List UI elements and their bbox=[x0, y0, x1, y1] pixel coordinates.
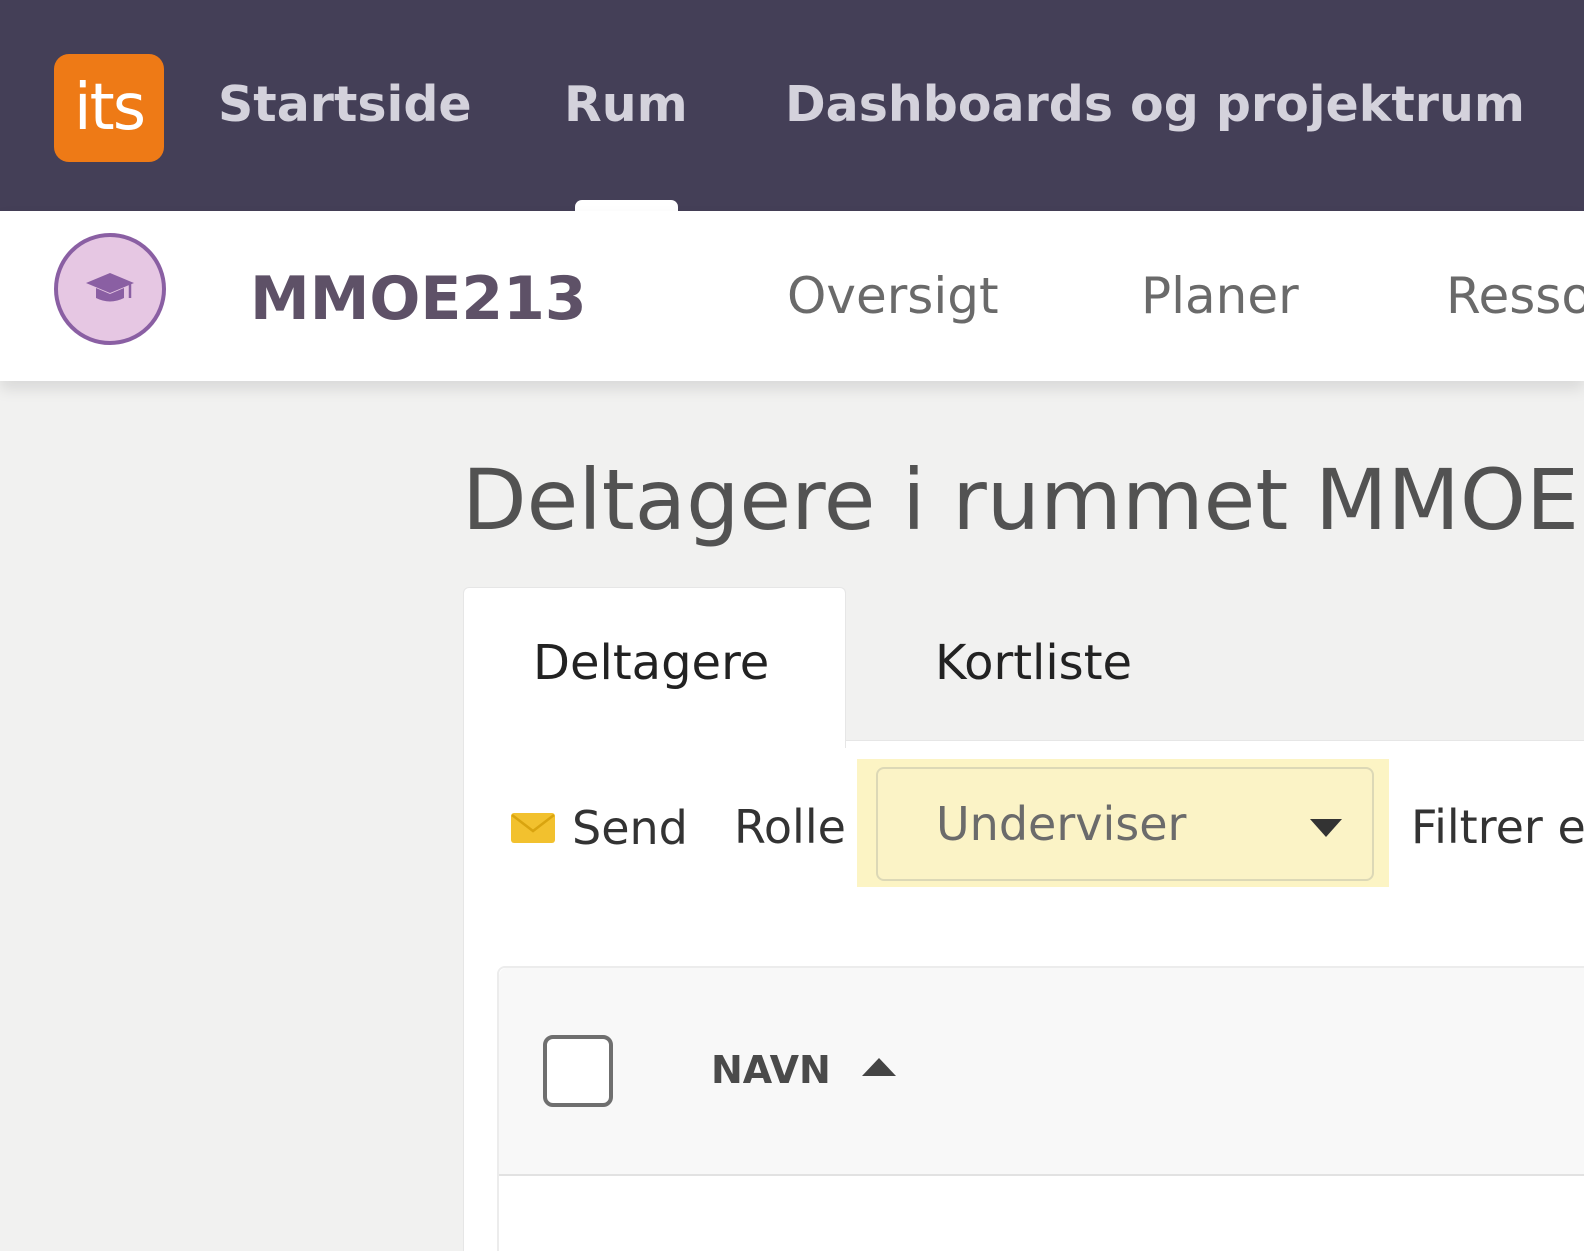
room-tab-planer[interactable]: Planer bbox=[1141, 261, 1299, 331]
room-tab-ressourcer[interactable]: Ressourcer bbox=[1446, 261, 1584, 331]
role-select[interactable]: Underviser bbox=[876, 767, 1374, 881]
page: its Startside Rum Dashboards og projektr… bbox=[0, 0, 1584, 1251]
its-logo[interactable]: its bbox=[54, 54, 164, 162]
role-label: Rolle bbox=[734, 800, 846, 854]
page-title: Deltagere i rummet MMOE213 bbox=[462, 451, 1584, 549]
nav-link-startside[interactable]: Startside bbox=[218, 70, 472, 140]
envelope-icon bbox=[511, 812, 555, 843]
send-button[interactable]: Send bbox=[510, 795, 688, 860]
nav-link-dashboards[interactable]: Dashboards og projektrum bbox=[785, 70, 1525, 140]
send-label: Send bbox=[572, 800, 688, 855]
sort-ascending-icon[interactable] bbox=[862, 1058, 896, 1076]
top-navigation-bar: its Startside Rum Dashboards og projektr… bbox=[0, 0, 1584, 214]
column-header-navn[interactable]: NAVN bbox=[711, 1040, 831, 1100]
participants-table: NAVN bbox=[497, 966, 1584, 1251]
graduation-cap-icon bbox=[86, 273, 134, 302]
tab-kortliste[interactable]: Kortliste bbox=[935, 628, 1132, 698]
caret-down-icon bbox=[1310, 819, 1342, 837]
logo-text: its bbox=[73, 71, 146, 145]
room-tab-oversigt[interactable]: Oversigt bbox=[787, 261, 999, 331]
table-header: NAVN bbox=[499, 968, 1584, 1176]
role-select-value: Underviser bbox=[936, 797, 1187, 851]
select-all-checkbox[interactable] bbox=[543, 1035, 613, 1107]
nav-link-rum[interactable]: Rum bbox=[564, 70, 688, 140]
room-header: MMOE213 Oversigt Planer Ressourcer bbox=[0, 211, 1584, 381]
filter-label: Filtrer efter bbox=[1411, 800, 1584, 854]
room-avatar[interactable] bbox=[54, 233, 166, 345]
room-code: MMOE213 bbox=[250, 264, 587, 334]
tab-deltagere-label[interactable]: Deltagere bbox=[533, 628, 769, 698]
